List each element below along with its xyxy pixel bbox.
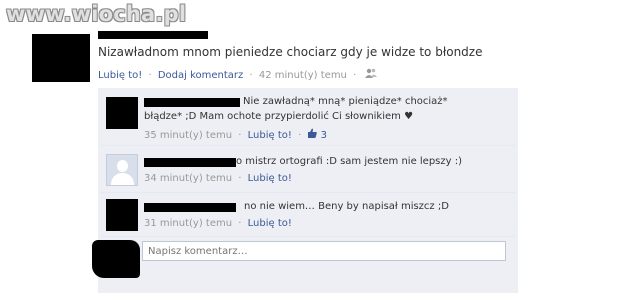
separator: · — [249, 70, 253, 81]
thumbs-up-icon[interactable] — [307, 128, 320, 141]
post-timestamp[interactable]: 42 minut(y) temu — [259, 70, 347, 81]
comment-timestamp[interactable]: 34 minut(y) temu — [144, 173, 232, 184]
friends-privacy-icon — [365, 68, 378, 81]
comment-meta: 35 minut(y) temu · Lubię to! · 3 — [144, 128, 327, 141]
comment-item: Nie zawładną* mną* pieniądze* chociaż* b… — [98, 88, 518, 145]
author-name-redacted — [98, 31, 208, 39]
likes-count[interactable]: 3 — [321, 130, 327, 141]
separator: · — [238, 173, 242, 184]
separator: · — [238, 218, 242, 229]
commenter-name-redacted — [144, 158, 236, 167]
comment-timestamp[interactable]: 35 minut(y) temu — [144, 130, 232, 141]
comment-meta: 31 minut(y) temu · Lubię to! — [144, 218, 292, 229]
separator: · — [353, 70, 357, 81]
own-avatar-redacted — [92, 240, 140, 278]
watermark-logo: www.wiocha.pl — [6, 2, 187, 26]
commenter-name-redacted — [144, 98, 240, 107]
default-avatar-icon[interactable] — [106, 154, 138, 186]
comments-section: Nie zawładną* mną* pieniądze* chociaż* b… — [98, 88, 518, 293]
commenter-avatar-redacted — [106, 199, 138, 231]
comment-divider — [100, 236, 516, 237]
comment-text: Nie zawładną* mną* pieniądze* chociaż* — [243, 96, 448, 107]
comment-timestamp[interactable]: 31 minut(y) temu — [144, 218, 232, 229]
commenter-name-redacted — [144, 203, 236, 212]
separator: · — [148, 70, 152, 81]
comment-text: błądze* ;D Mam ochote przypierdolić Ci s… — [144, 111, 414, 122]
post-meta: Lubię to! · Dodaj komentarz · 42 minut(y… — [98, 68, 378, 81]
separator: · — [298, 130, 302, 141]
comment-meta: 34 minut(y) temu · Lubię to! — [144, 173, 292, 184]
separator: · — [238, 130, 242, 141]
comment-text: no nie wiem… Beny by napisał miszcz ;D — [244, 201, 449, 212]
post-like-link[interactable]: Lubię to! — [98, 70, 142, 81]
comment-item: o mistrz ortografi :D sam jestem nie lep… — [98, 146, 518, 192]
comment-input[interactable] — [142, 241, 506, 261]
author-avatar-redacted — [32, 34, 90, 82]
comment-like-link[interactable]: Lubię to! — [248, 130, 292, 141]
commenter-avatar-redacted — [106, 97, 138, 129]
comment-item: no nie wiem… Beny by napisał miszcz ;D 3… — [98, 193, 518, 236]
comment-like-link[interactable]: Lubię to! — [248, 173, 292, 184]
comment-text: o mistrz ortografi :D sam jestem nie lep… — [236, 156, 463, 167]
post-text: Nizawładnom mnom pieniedze chociarz gdy … — [98, 45, 483, 59]
add-comment-link[interactable]: Dodaj komentarz — [158, 70, 243, 81]
comment-like-link[interactable]: Lubię to! — [248, 218, 292, 229]
